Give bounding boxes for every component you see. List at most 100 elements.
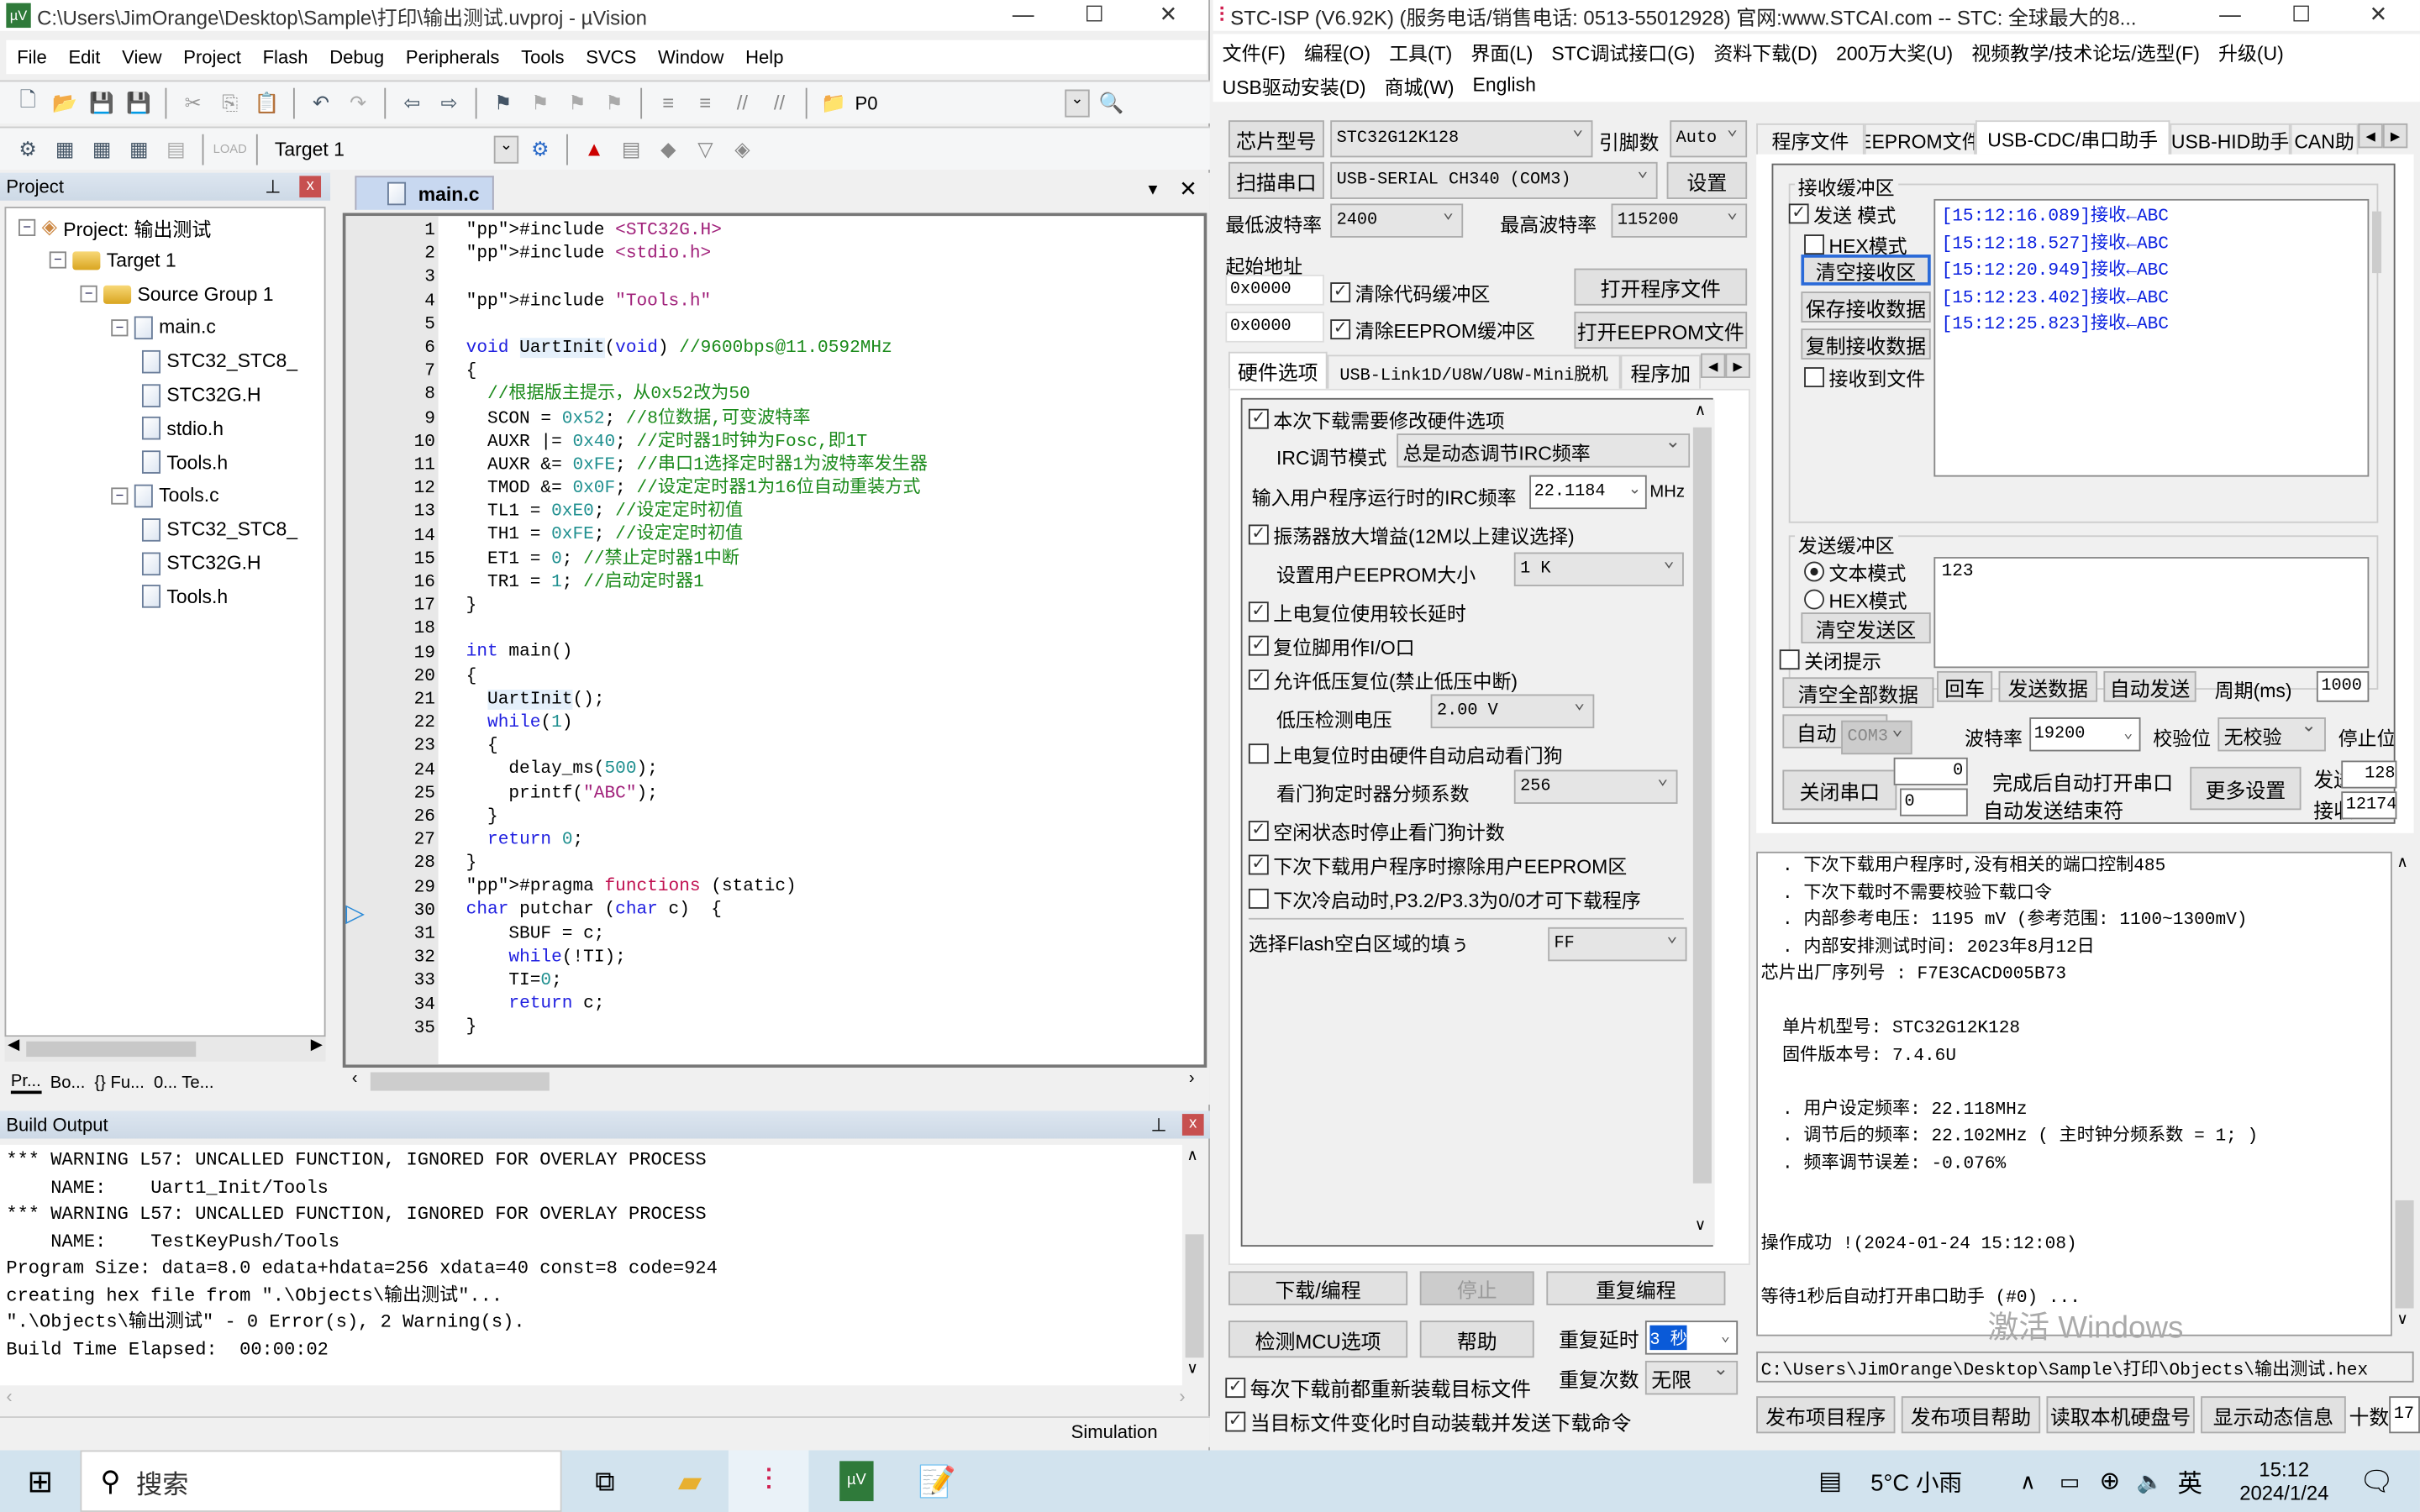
code-line[interactable]: TH1 = 0xFE; //设定定时初值 [466, 523, 928, 547]
nav-back-icon[interactable]: ⇦ [397, 87, 428, 118]
hw-options-vscrollbar[interactable]: ∧ ∨ [1690, 399, 1715, 1246]
editor-tab-main-c[interactable]: main.c [355, 176, 494, 210]
com-select[interactable]: COM3 [1841, 720, 1912, 755]
isp-menu-item[interactable]: 文件(F) [1223, 36, 1286, 66]
delay-input-1[interactable]: 0 [1893, 757, 1968, 785]
period-input[interactable]: 1000 [2316, 670, 2370, 702]
new-file-icon[interactable]: 🗋 [13, 87, 44, 118]
wdt-idle-checkbox[interactable]: ✓ 空闲状态时停止看门狗计数 [1248, 816, 1505, 846]
tab-program-encrypt[interactable]: 程序加 [1620, 354, 1702, 389]
code-line[interactable]: "pp">#include <stdio.h> [466, 243, 928, 266]
menu-item-window[interactable]: Window [647, 46, 734, 68]
delay-input-2[interactable]: 0 [1899, 788, 1968, 816]
tree-item[interactable]: STC32_STC8_ [141, 346, 297, 377]
right-tab[interactable]: 程序文件 [1756, 123, 1865, 155]
pin-icon[interactable]: ⊥ [265, 176, 281, 197]
packs-icon[interactable]: ◆ [653, 134, 684, 165]
tab-list-dropdown-icon[interactable]: ▼ [1145, 182, 1160, 199]
isp-minimize-button[interactable]: — [2195, 0, 2265, 31]
uncomment-icon[interactable]: // [764, 87, 795, 118]
runtime-env-icon[interactable]: ◈ [727, 134, 758, 165]
code-line[interactable]: { [466, 734, 928, 758]
code-line[interactable]: } [466, 1016, 928, 1039]
code-line[interactable]: TR1 = 1; //启动定时器1 [466, 570, 928, 594]
code-line[interactable]: //根据版主提示，从0x52改为50 [466, 383, 928, 407]
right-tab[interactable]: USB-HID助手 [2170, 123, 2291, 155]
code-line[interactable]: TMOD &= 0x0F; //设定定时器1为16位自动重装方式 [466, 477, 928, 501]
isp-menu-item[interactable]: 编程(O) [1304, 36, 1370, 66]
find-combo[interactable]: P0 [855, 92, 1056, 113]
tree-item[interactable]: − main.c [111, 312, 216, 344]
stc-isp-taskbar-icon[interactable]: ⫶ [728, 1450, 809, 1512]
comment-icon[interactable]: // [727, 87, 758, 118]
close-port-button[interactable]: 关闭串口 [1782, 769, 1897, 811]
menu-item-project[interactable]: Project [172, 46, 251, 68]
receive-to-file-checkbox[interactable]: 接收到文件 [1804, 363, 1925, 392]
osc-gain-checkbox[interactable]: ✓ 振荡器放大增益(12M以上建议选择) [1248, 520, 1575, 549]
auto-reload-checkbox[interactable]: ✓ 当目标文件变化时自动装载并发送下载命令 [1225, 1407, 1631, 1436]
read-disk-id-button[interactable]: 读取本机硬盘号 [2046, 1396, 2195, 1434]
code-line[interactable]: TL1 = 0xE0; //设定定时初值 [466, 501, 928, 524]
irc-freq-dropdown-icon[interactable]: ⌄ [1628, 481, 1641, 498]
prev-bookmark-icon[interactable]: ⚑ [524, 87, 555, 118]
project-tree-hscrollbar[interactable]: ◀ ▶ [4, 1037, 326, 1062]
indent-icon[interactable]: ≡ [653, 87, 684, 118]
find-icon[interactable]: 🔍 [1096, 87, 1127, 118]
tab-hardware-options[interactable]: 硬件选项 [1228, 351, 1328, 389]
menu-item-debug[interactable]: Debug [318, 46, 395, 68]
code-line[interactable]: delay_ms(500); [466, 758, 928, 781]
code-line[interactable]: } [466, 594, 928, 617]
code-line[interactable]: int main() [466, 641, 928, 664]
code-line[interactable]: UartInit(); [466, 688, 928, 711]
start-button[interactable]: ⊞ [0, 1450, 81, 1511]
code-line[interactable]: printf("ABC"); [466, 781, 928, 805]
collapse-toggle-icon[interactable]: − [49, 251, 66, 270]
copy-icon[interactable]: ⎘ [214, 87, 245, 118]
menu-item-svcs[interactable]: SVCS [575, 46, 647, 68]
eeprom-start-address[interactable]: 0x0000 [1225, 312, 1324, 343]
notepad-taskbar-icon[interactable]: 📝 [902, 1450, 972, 1511]
code-line[interactable]: ET1 = 0; //禁止定时器1中断 [466, 547, 928, 570]
right-tab[interactable]: EEPROM文件 [1864, 123, 1975, 155]
code-line[interactable]: } [466, 805, 928, 828]
max-baud-select[interactable]: 115200 [1611, 203, 1748, 238]
menu-item-view[interactable]: View [111, 46, 172, 68]
manage-project-icon[interactable]: ▲ [579, 134, 610, 165]
isp-menu-item[interactable]: 升级(U) [2218, 36, 2284, 66]
isp-log-vscrollbar[interactable]: ∧ ∨ [2391, 851, 2417, 1336]
help-button[interactable]: 帮助 [1419, 1320, 1534, 1358]
open-file-icon[interactable]: 📂 [50, 87, 81, 118]
code-line[interactable] [466, 312, 928, 336]
collapse-toggle-icon[interactable]: − [111, 318, 129, 337]
lvd-select[interactable]: 2.00 V [1430, 694, 1595, 728]
tree-item[interactable]: − Tools.c [111, 480, 219, 512]
nav-forward-icon[interactable]: ⇨ [434, 87, 465, 118]
clear-send-button[interactable]: 清空发送区 [1801, 612, 1931, 643]
menu-item-flash[interactable]: Flash [252, 46, 319, 68]
file-explorer-icon[interactable]: ▰ [655, 1450, 725, 1511]
isp-menu-item[interactable]: 界面(L) [1470, 36, 1533, 66]
notification-icon[interactable]: 🗨 [2346, 1450, 2407, 1511]
isp-close-button[interactable]: ✕ [2343, 0, 2413, 31]
menu-item-peripherals[interactable]: Peripherals [395, 46, 510, 68]
isp-menu-item[interactable]: 视频教学/技术论坛/选型(F) [1971, 36, 2200, 66]
news-icon[interactable]: ▤ [1815, 1450, 1846, 1511]
paste-icon[interactable]: 📋 [251, 87, 282, 118]
project-bottom-tab[interactable]: Bo... [50, 1074, 86, 1092]
tab-usb-link[interactable]: USB-Link1D/U8W/U8W-Mini脱机 [1327, 354, 1621, 389]
repeat-delay-select[interactable]: 3 秒 ⌄ [1644, 1320, 1739, 1355]
menu-item-file[interactable]: File [6, 46, 57, 68]
uvision-taskbar-icon[interactable]: µV [821, 1450, 892, 1511]
count-input[interactable]: 17 [2389, 1396, 2420, 1434]
unindent-icon[interactable]: ≡ [690, 87, 721, 118]
code-line[interactable]: "pp">#include <STC32G.H> [466, 219, 928, 243]
isp-menu-item[interactable]: 200万大奖(U) [1836, 36, 1953, 66]
isp-menu-item[interactable]: 工具(T) [1389, 36, 1452, 66]
isp-menu-item[interactable]: English [1473, 74, 1536, 96]
isp-log[interactable]: . 下次下载用户程序时,没有相关的端口控制485 . 下次下载时不需要校验下载口… [1756, 851, 2392, 1336]
clock[interactable]: 15:12 2024/1/24 [2217, 1450, 2353, 1511]
right-tab-scroll-right[interactable]: ▶ [2382, 123, 2408, 149]
menu-item-help[interactable]: Help [734, 46, 794, 68]
undo-icon[interactable]: ↶ [306, 87, 337, 118]
irc-mode-select[interactable]: 总是动态调节IRC频率 [1397, 433, 1691, 468]
